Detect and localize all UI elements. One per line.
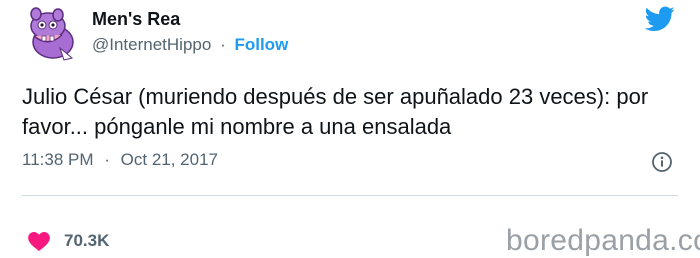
divider bbox=[22, 195, 678, 196]
display-name[interactable]: Men's Rea bbox=[92, 9, 180, 30]
watermark: boredpanda.com bbox=[506, 224, 700, 257]
info-icon[interactable] bbox=[651, 151, 673, 173]
avatar[interactable] bbox=[20, 4, 82, 66]
handle-separator: · bbox=[220, 35, 226, 54]
tweet-card: Men's Rea @InternetHippo · Follow Julio … bbox=[0, 0, 700, 257]
timestamp-separator: · bbox=[104, 150, 110, 169]
tweet-time: 11:38 PM bbox=[22, 150, 94, 169]
handle[interactable]: @InternetHippo bbox=[92, 35, 211, 54]
twitter-bird-icon[interactable] bbox=[645, 6, 675, 32]
like-count[interactable]: 70.3K bbox=[64, 231, 109, 251]
heart-icon[interactable] bbox=[28, 232, 50, 251]
tweet-timestamp[interactable]: 11:38 PM · Oct 21, 2017 bbox=[22, 150, 218, 170]
handle-row: @InternetHippo · Follow bbox=[92, 35, 288, 55]
follow-button[interactable]: Follow bbox=[234, 35, 288, 54]
tweet-text: Julio César (muriendo después de ser apu… bbox=[22, 84, 649, 139]
tweet-date: Oct 21, 2017 bbox=[120, 150, 218, 169]
